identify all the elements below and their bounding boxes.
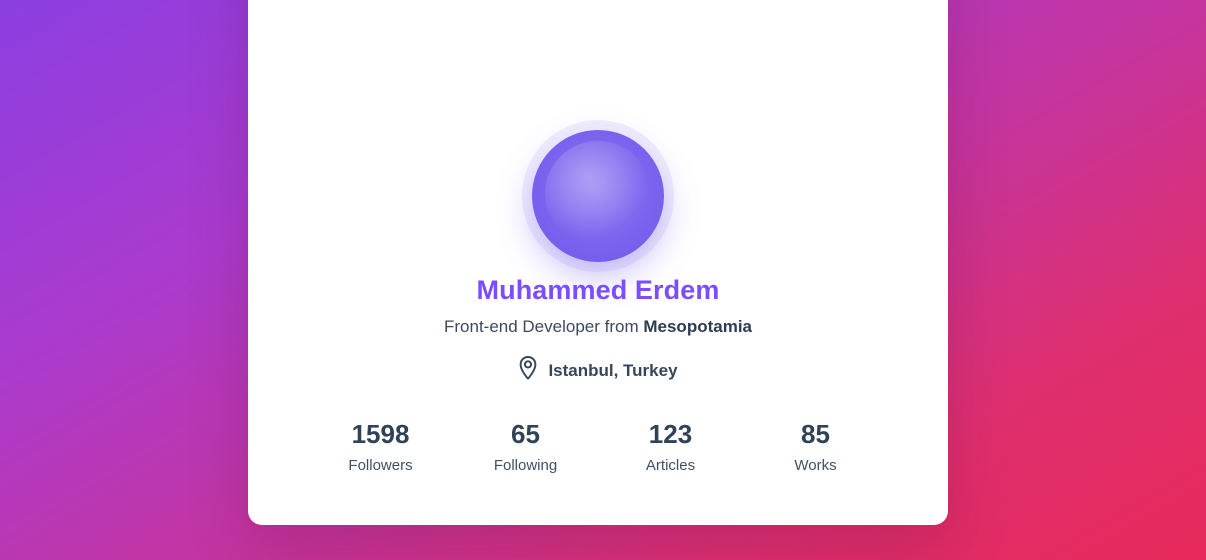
avatar [532,130,664,262]
stat-value: 85 [801,419,830,449]
stat-following: 65 Following [453,419,598,474]
stat-label: Followers [348,456,413,474]
stat-value: 123 [648,419,693,449]
profile-card: Muhammed Erdem Front-end Developer from … [248,0,948,525]
stat-articles: 123 Articles [598,419,743,474]
page-title: Muhammed Erdem [476,275,720,305]
stat-value: 65 [511,419,540,449]
profile-card-content: Muhammed Erdem Front-end Developer from … [248,0,948,525]
avatar-container [248,130,948,262]
location-label: Istanbul, Turkey [548,360,678,380]
stat-works: 85 Works [743,419,888,474]
stats-row: 1598 Followers 65 Following 123 Articles… [308,419,888,474]
stat-label: Following [493,456,558,474]
stat-label: Works [794,456,837,474]
tagline-highlight: Mesopotamia [643,317,752,336]
profile-tagline: Front-end Developer from Mesopotamia [248,317,948,337]
profile-location: Istanbul, Turkey [248,355,948,386]
stat-label: Articles [645,456,696,474]
tagline-prefix: Front-end Developer from [443,317,639,336]
stat-followers: 1598 Followers [308,419,453,474]
stat-value: 1598 [351,419,410,449]
map-pin-icon [518,355,538,386]
